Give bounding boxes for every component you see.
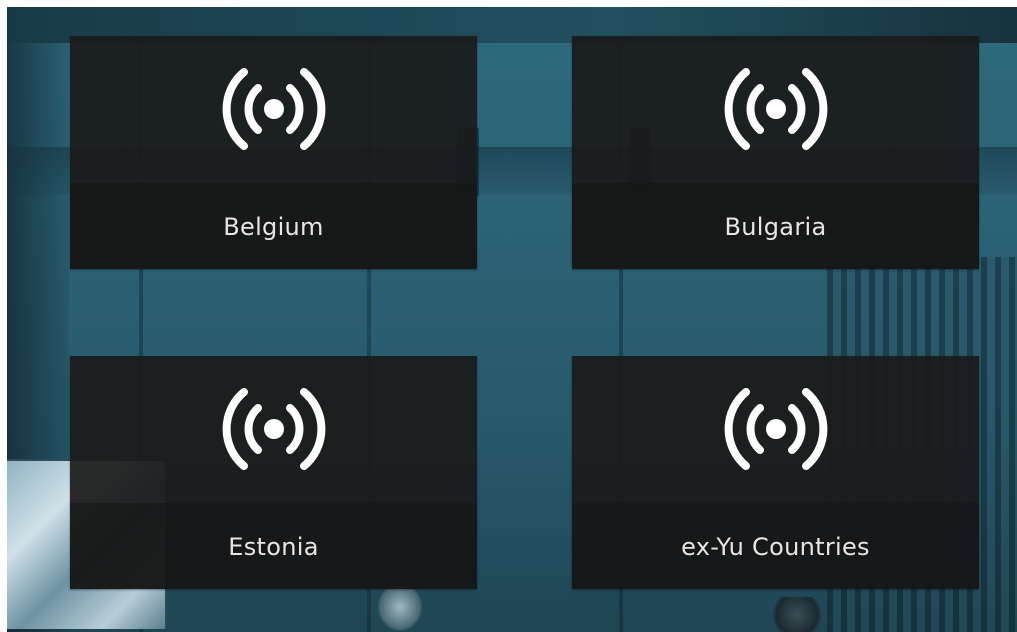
broadcast-icon <box>724 68 827 150</box>
tile-estonia[interactable]: Estonia <box>70 356 477 589</box>
broadcast-icon <box>222 68 325 150</box>
background-speaker <box>767 597 827 632</box>
tile-label: ex-Yu Countries <box>681 533 870 561</box>
tile-label: Estonia <box>228 533 319 561</box>
broadcast-icon <box>222 388 325 470</box>
screen: Belgium Bulgaria Estonia ex-Yu Countries <box>7 7 1017 632</box>
broadcast-icon <box>724 388 827 470</box>
tile-label: Belgium <box>223 213 324 241</box>
tile-ex-yu-countries[interactable]: ex-Yu Countries <box>572 356 979 589</box>
background-vase <box>377 582 423 632</box>
tile-belgium[interactable]: Belgium <box>70 36 477 269</box>
tile-bulgaria[interactable]: Bulgaria <box>572 36 979 269</box>
tile-label: Bulgaria <box>724 213 827 241</box>
